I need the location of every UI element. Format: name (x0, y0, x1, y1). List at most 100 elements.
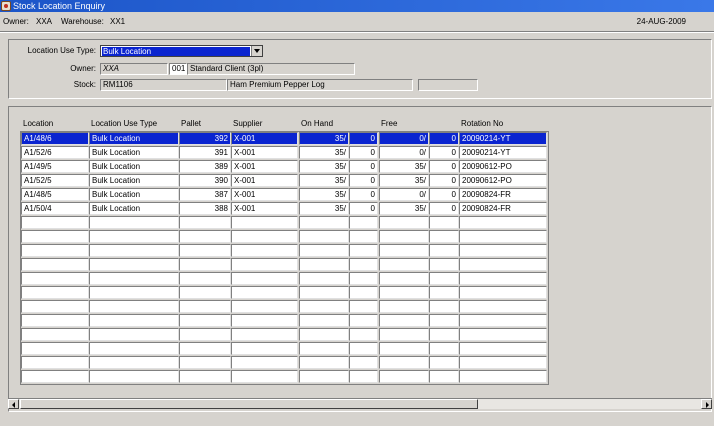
cell-free-sub[interactable] (429, 370, 459, 383)
cell-pallet[interactable] (179, 286, 231, 299)
cell-location-use-type[interactable] (89, 342, 179, 355)
empty-table-row[interactable] (21, 230, 548, 244)
cell-location-use-type[interactable]: Bulk Location (89, 202, 179, 215)
cell-location-use-type[interactable]: Bulk Location (89, 146, 179, 159)
cell-free-sub[interactable] (429, 314, 459, 327)
stock-extra-field[interactable] (418, 79, 478, 91)
cell-on-hand-sub[interactable]: 0 (349, 174, 378, 187)
cell-on-hand-sub[interactable] (349, 216, 378, 229)
cell-rotation-no[interactable] (459, 272, 547, 285)
cell-supplier[interactable]: X-001 (231, 146, 298, 159)
cell-on-hand-sub[interactable] (349, 342, 378, 355)
cell-location-use-type[interactable] (89, 216, 179, 229)
cell-location[interactable] (21, 300, 89, 313)
cell-free-sub[interactable] (429, 216, 459, 229)
stock-description-field[interactable]: Ham Premium Pepper Log (227, 79, 413, 91)
cell-on-hand-sub[interactable] (349, 328, 378, 341)
empty-table-row[interactable] (21, 244, 548, 258)
cell-supplier[interactable] (231, 314, 298, 327)
cell-on-hand-qty[interactable] (299, 286, 349, 299)
cell-on-hand-sub[interactable]: 0 (349, 202, 378, 215)
cell-rotation-no[interactable]: 20090214-YT (459, 132, 547, 145)
cell-location-use-type[interactable] (89, 300, 179, 313)
chevron-down-icon[interactable] (251, 46, 262, 56)
cell-location[interactable] (21, 286, 89, 299)
cell-location-use-type[interactable] (89, 314, 179, 327)
empty-table-row[interactable] (21, 328, 548, 342)
cell-supplier[interactable]: X-001 (231, 174, 298, 187)
cell-on-hand-qty[interactable]: 35/ (299, 174, 349, 187)
cell-pallet[interactable] (179, 314, 231, 327)
cell-supplier[interactable] (231, 300, 298, 313)
cell-pallet[interactable] (179, 356, 231, 369)
cell-location-use-type[interactable] (89, 286, 179, 299)
cell-supplier[interactable] (231, 258, 298, 271)
cell-free-qty[interactable]: 0/ (379, 188, 429, 201)
cell-free-sub[interactable] (429, 342, 459, 355)
cell-pallet[interactable] (179, 328, 231, 341)
cell-free-sub[interactable] (429, 244, 459, 257)
cell-on-hand-sub[interactable] (349, 300, 378, 313)
cell-free-qty[interactable]: 0/ (379, 146, 429, 159)
cell-on-hand-sub[interactable] (349, 272, 378, 285)
scroll-left-icon[interactable] (8, 399, 19, 409)
cell-supplier[interactable] (231, 216, 298, 229)
empty-table-row[interactable] (21, 258, 548, 272)
cell-free-qty[interactable] (379, 342, 429, 355)
cell-pallet[interactable] (179, 300, 231, 313)
cell-rotation-no[interactable]: 20090214-YT (459, 146, 547, 159)
table-row[interactable]: A1/48/5 Bulk Location 387 X-001 35/0 0/0 20090… (21, 188, 548, 202)
cell-pallet[interactable] (179, 342, 231, 355)
cell-supplier[interactable] (231, 286, 298, 299)
cell-location[interactable] (21, 356, 89, 369)
cell-pallet[interactable]: 390 (179, 174, 231, 187)
cell-on-hand-qty[interactable] (299, 272, 349, 285)
table-row[interactable]: A1/49/5 Bulk Location 389 X-001 35/0 35/0 2009… (21, 160, 548, 174)
cell-on-hand-qty[interactable] (299, 300, 349, 313)
cell-free-sub[interactable] (429, 272, 459, 285)
cell-free-qty[interactable] (379, 314, 429, 327)
cell-supplier[interactable]: X-001 (231, 202, 298, 215)
cell-on-hand-sub[interactable]: 0 (349, 146, 378, 159)
cell-on-hand-sub[interactable]: 0 (349, 188, 378, 201)
table-row[interactable]: A1/48/6 Bulk Location 392 X-001 35/0 0/0 20090… (21, 132, 548, 146)
cell-on-hand-qty[interactable] (299, 356, 349, 369)
cell-location[interactable]: A1/52/5 (21, 174, 89, 187)
cell-rotation-no[interactable] (459, 328, 547, 341)
cell-free-sub[interactable]: 0 (429, 132, 459, 145)
empty-table-row[interactable] (21, 272, 548, 286)
cell-location[interactable] (21, 230, 89, 243)
cell-supplier[interactable] (231, 342, 298, 355)
cell-free-qty[interactable] (379, 370, 429, 383)
client-code-field[interactable]: 001 (169, 63, 187, 75)
cell-free-sub[interactable]: 0 (429, 202, 459, 215)
cell-pallet[interactable] (179, 272, 231, 285)
cell-rotation-no[interactable] (459, 370, 547, 383)
cell-location-use-type[interactable] (89, 258, 179, 271)
cell-on-hand-qty[interactable] (299, 370, 349, 383)
cell-free-qty[interactable]: 35/ (379, 160, 429, 173)
cell-rotation-no[interactable] (459, 342, 547, 355)
cell-supplier[interactable] (231, 328, 298, 341)
cell-free-qty[interactable] (379, 258, 429, 271)
cell-location-use-type[interactable] (89, 356, 179, 369)
cell-free-sub[interactable] (429, 328, 459, 341)
empty-table-row[interactable] (21, 342, 548, 356)
cell-location[interactable]: A1/48/6 (21, 132, 89, 145)
cell-pallet[interactable]: 387 (179, 188, 231, 201)
cell-on-hand-sub[interactable]: 0 (349, 132, 378, 145)
cell-location[interactable] (21, 314, 89, 327)
cell-location-use-type[interactable] (89, 272, 179, 285)
cell-supplier[interactable] (231, 230, 298, 243)
cell-supplier[interactable]: X-001 (231, 188, 298, 201)
cell-location-use-type[interactable]: Bulk Location (89, 174, 179, 187)
cell-free-qty[interactable]: 0/ (379, 132, 429, 145)
cell-rotation-no[interactable] (459, 286, 547, 299)
cell-free-qty[interactable] (379, 286, 429, 299)
cell-on-hand-qty[interactable]: 35/ (299, 160, 349, 173)
empty-table-row[interactable] (21, 370, 548, 384)
owner-code-field[interactable]: XXA (100, 63, 168, 75)
cell-location[interactable] (21, 328, 89, 341)
cell-on-hand-qty[interactable]: 35/ (299, 146, 349, 159)
client-name-field[interactable]: Standard Client (3pl) (187, 63, 355, 75)
